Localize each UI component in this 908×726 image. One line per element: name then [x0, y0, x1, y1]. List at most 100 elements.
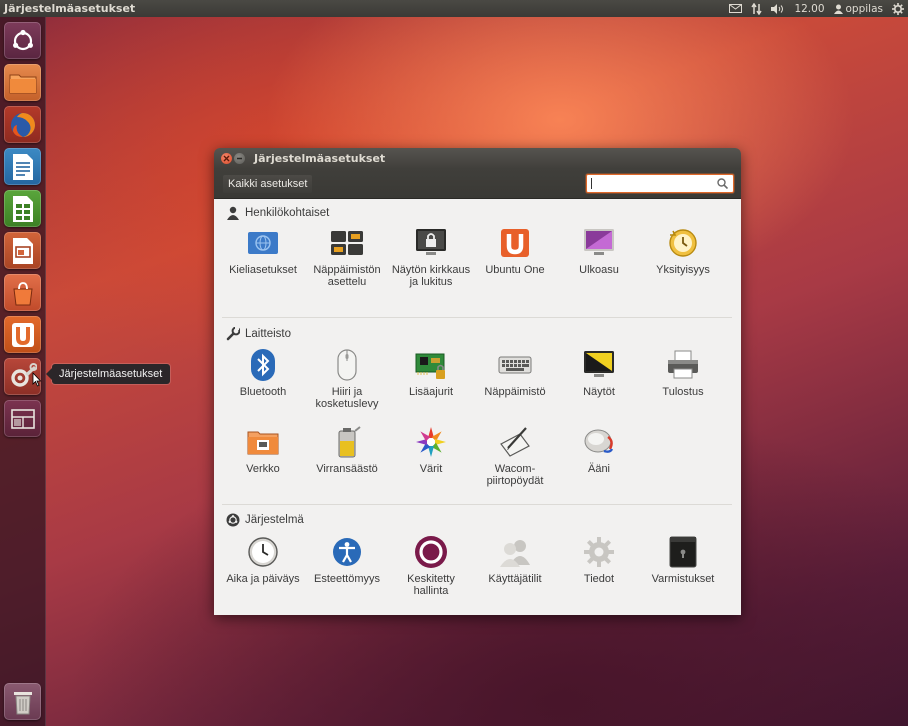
item-nayton-kirkkaus[interactable]: Näytön kirkkaus ja lukitus	[389, 226, 473, 288]
minimize-icon	[237, 157, 242, 160]
section-title: Henkilökohtaiset	[245, 207, 330, 219]
firefox-icon	[10, 112, 35, 137]
ubuntu-logo-icon	[12, 29, 33, 50]
item-keskitetty[interactable]: Keskitetty hallinta	[389, 535, 473, 597]
item-label: Tulostus	[662, 386, 704, 398]
launcher-ubuntu-one[interactable]	[4, 316, 41, 353]
window-titlebar[interactable]: Järjestelmäasetukset	[214, 148, 741, 169]
trash-icon	[13, 691, 32, 714]
item-bluetooth[interactable]: Bluetooth	[221, 348, 305, 398]
bluetooth-icon	[246, 348, 280, 382]
window-title: Järjestelmäasetukset	[254, 152, 386, 165]
item-label: Näppäimistön asettelu	[313, 264, 381, 288]
item-label: Värit	[419, 463, 443, 475]
section-title: Laitteisto	[245, 328, 292, 340]
launcher-tooltip: Järjestelmäasetukset	[45, 364, 171, 384]
privacy-clock-icon	[666, 226, 700, 260]
item-label: Virransäästö	[316, 463, 378, 475]
folder-icon	[9, 74, 36, 93]
item-lisaajurit[interactable]: Lisäajurit	[389, 348, 473, 398]
volume-icon[interactable]	[771, 3, 785, 14]
section-divider	[222, 317, 732, 318]
text-caret	[591, 178, 592, 189]
item-label: Aika ja päiväys	[226, 573, 300, 585]
item-label: Näppäimistö	[484, 386, 546, 398]
item-virransaasto[interactable]: Virransäästö	[305, 425, 389, 475]
item-varit[interactable]: Värit	[389, 425, 473, 475]
minimize-button[interactable]	[234, 153, 245, 164]
item-label: Ubuntu One	[485, 264, 545, 276]
item-aani[interactable]: Ääni	[557, 425, 641, 475]
item-varmistukset[interactable]: Varmistukset	[641, 535, 725, 585]
item-nappaimiston-asettelu[interactable]: Näppäimistön asettelu	[305, 226, 389, 288]
item-hiiri[interactable]: Hiiri ja kosketuslevy	[305, 348, 389, 410]
item-tiedot[interactable]: Tiedot	[557, 535, 641, 585]
item-tulostus[interactable]: Tulostus	[641, 348, 725, 398]
launcher-impress[interactable]	[4, 232, 41, 269]
item-label: Wacom-piirtopöydät	[486, 463, 544, 487]
tablet-pen-icon	[498, 425, 532, 459]
network-icon[interactable]	[751, 2, 763, 15]
item-aika[interactable]: Aika ja päiväys	[221, 535, 305, 585]
language-flag-icon	[246, 226, 280, 260]
user-menu[interactable]: oppilas	[833, 2, 884, 15]
libreoffice-writer-icon	[12, 153, 33, 180]
launcher-trash[interactable]	[4, 683, 41, 720]
close-button[interactable]	[221, 153, 232, 164]
item-label: Verkko	[246, 463, 280, 475]
launcher-files[interactable]	[4, 64, 41, 101]
item-esteettomyys[interactable]: Esteettömyys	[305, 535, 389, 585]
all-settings-button[interactable]: Kaikki asetukset	[223, 175, 313, 193]
section-hardware: Laitteisto	[226, 326, 291, 342]
item-label: Näytöt	[583, 386, 615, 398]
clock-text[interactable]: 12.00	[794, 3, 824, 15]
item-ulkoasu[interactable]: Ulkoasu	[557, 226, 641, 276]
item-label: Ulkoasu	[579, 264, 619, 276]
item-label: Yksityisyys	[656, 264, 710, 276]
ubuntu-logo-icon	[226, 513, 240, 527]
section-divider	[222, 504, 732, 505]
item-kayttajatilit[interactable]: Käyttäjätilit	[473, 535, 557, 585]
libreoffice-impress-icon	[12, 237, 33, 264]
screen-lock-icon	[414, 226, 448, 260]
item-kieliasetukset[interactable]: Kieliasetukset	[221, 226, 305, 276]
item-naytot[interactable]: Näytöt	[557, 348, 641, 398]
speaker-icon	[582, 425, 616, 459]
search-input[interactable]	[586, 174, 734, 193]
close-icon	[223, 155, 230, 162]
item-wacom[interactable]: Wacom-piirtopöydät	[473, 425, 557, 487]
network-folder-icon	[246, 425, 280, 459]
item-label: Bluetooth	[239, 386, 287, 398]
item-verkko[interactable]: Verkko	[221, 425, 305, 475]
launcher-writer[interactable]	[4, 148, 41, 185]
libreoffice-calc-icon	[12, 195, 33, 222]
item-label: Näytön kirkkaus ja lukitus	[391, 264, 471, 288]
item-label: Hiiri ja kosketuslevy	[315, 386, 379, 410]
keyboard-layout-icon	[330, 226, 364, 260]
user-icon	[833, 4, 843, 14]
launcher-dash-home[interactable]	[4, 22, 41, 59]
mail-icon[interactable]	[729, 4, 743, 13]
wrench-icon	[226, 327, 240, 341]
landscape-ring-icon	[414, 535, 448, 569]
item-ubuntu-one[interactable]: Ubuntu One	[473, 226, 557, 276]
battery-icon	[330, 425, 364, 459]
launcher-software-center[interactable]	[4, 274, 41, 311]
window-toolbar: Kaikki asetukset	[214, 169, 741, 199]
settings-content: Henkilökohtaiset Kieliasetukset Näppäimi…	[214, 199, 741, 615]
launcher-calc[interactable]	[4, 190, 41, 227]
user-name: oppilas	[845, 2, 884, 15]
panel-app-title: Järjestelmäasetukset	[4, 2, 136, 15]
ubuntu-one-icon	[498, 226, 532, 260]
item-label: Kieliasetukset	[229, 264, 297, 276]
launcher-workspaces[interactable]	[4, 400, 41, 437]
driver-board-icon	[414, 348, 448, 382]
item-nappaimisto[interactable]: Näppäimistö	[473, 348, 557, 398]
item-yksityisyys[interactable]: Yksityisyys	[641, 226, 725, 276]
section-system: Järjestelmä	[226, 512, 304, 528]
printer-icon	[666, 348, 700, 382]
launcher-firefox[interactable]	[4, 106, 41, 143]
section-title: Järjestelmä	[245, 514, 304, 526]
session-gear-icon[interactable]	[892, 2, 904, 15]
display-icon	[582, 348, 616, 382]
